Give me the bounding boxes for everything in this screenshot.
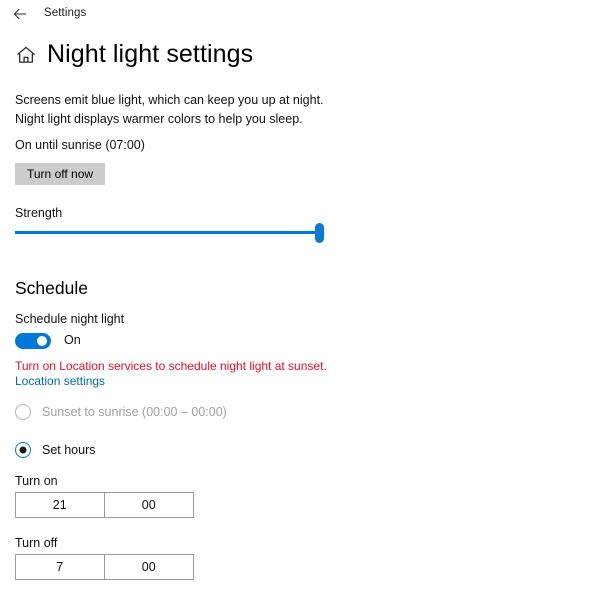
toggle-state-label: On [64,333,81,347]
radio-option-sunset-to-sunrise[interactable]: Sunset to sunrise (00:00 – 00:00) [15,402,227,422]
app-title: Settings [44,7,87,19]
radio-label-sunset-to-sunrise: Sunset to sunrise (00:00 – 00:00) [42,404,227,419]
turn-on-hour-field[interactable]: 21 [16,493,105,517]
top-bar: Settings [0,0,600,28]
location-settings-link[interactable]: Location settings [15,373,105,389]
schedule-section-title: Schedule [15,278,88,298]
strength-label: Strength [15,206,63,220]
turn-off-hour-field[interactable]: 7 [16,555,105,579]
schedule-night-light-toggle[interactable] [15,332,51,349]
back-button[interactable] [7,2,33,26]
page-title: Night light settings [47,40,254,68]
schedule-toggle-row: On [15,330,81,351]
turn-off-time-group: 7 00 [15,554,194,580]
radio-selected-icon [15,442,31,458]
strength-slider[interactable] [15,222,325,244]
location-warning-text: Turn on Location services to schedule ni… [15,359,327,373]
description-text: Screens emit blue light, which can keep … [15,93,324,126]
turn-on-minute-field[interactable]: 00 [104,493,193,517]
toggle-knob [37,335,47,346]
page-header: Night light settings [0,38,420,72]
turn-off-now-button[interactable]: Turn off now [15,163,106,185]
slider-thumb[interactable] [314,223,324,243]
home-icon[interactable] [15,44,37,66]
radio-option-set-hours[interactable]: Set hours [15,440,96,460]
schedule-toggle-label: Schedule night light [15,312,125,326]
slider-fill [15,231,319,234]
turn-on-time-group: 21 00 [15,492,194,518]
turn-off-label: Turn off [15,536,58,550]
back-arrow-icon [13,8,27,20]
radio-unselected-icon [15,404,31,420]
turn-off-minute-field[interactable]: 00 [104,555,193,579]
turn-on-label: Turn on [15,474,58,488]
radio-label-set-hours: Set hours [42,442,96,457]
status-text: On until sunrise (07:00) [15,138,145,152]
